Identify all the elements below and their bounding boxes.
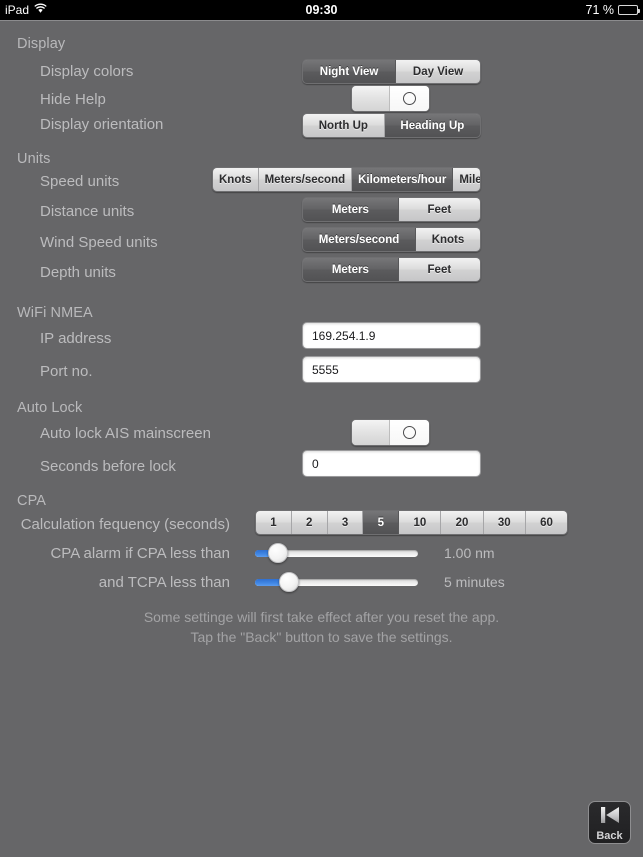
label-auto-lock-ais: Auto lock AIS mainscreen bbox=[40, 425, 211, 442]
segmented-depth-units[interactable]: Meters Feet bbox=[302, 257, 481, 282]
segment-depth-meters[interactable]: Meters bbox=[303, 258, 399, 281]
section-title-display: Display bbox=[17, 36, 66, 52]
input-port-no[interactable]: 5555 bbox=[302, 356, 481, 383]
battery-icon bbox=[618, 5, 640, 15]
segment-frequency-3[interactable]: 3 bbox=[327, 511, 364, 534]
label-cpa-alarm: CPA alarm if CPA less than bbox=[50, 545, 230, 562]
segment-speed-meters-per-second[interactable]: Meters/second bbox=[258, 168, 353, 191]
segment-wind-meters-per-second[interactable]: Meters/second bbox=[303, 228, 416, 251]
circle-icon bbox=[403, 92, 416, 105]
segment-frequency-30[interactable]: 30 bbox=[483, 511, 526, 534]
label-distance-units: Distance units bbox=[40, 203, 135, 220]
input-ip-address[interactable]: 169.254.1.9 bbox=[302, 322, 481, 349]
value-cpa-alarm: 1.00 nm bbox=[444, 545, 495, 561]
status-bar: iPad 09:30 71 % bbox=[0, 0, 643, 20]
section-title-wifi-nmea: WiFi NMEA bbox=[17, 305, 93, 321]
ipad-screen: iPad 09:30 71 % Display Display colors N… bbox=[0, 0, 643, 857]
note-line-1: Some settinge will first take effect aft… bbox=[143, 609, 500, 625]
input-seconds-before-lock[interactable]: 0 bbox=[302, 450, 481, 477]
section-title-auto-lock: Auto Lock bbox=[17, 400, 83, 416]
label-port-no: Port no. bbox=[40, 363, 93, 380]
segment-speed-miles-per-hour[interactable]: Miles/hour bbox=[453, 168, 480, 191]
segmented-calculation-frequency[interactable]: 1 2 3 5 10 20 30 60 bbox=[255, 510, 568, 535]
slider-tcpa-alarm-knob[interactable] bbox=[279, 572, 299, 592]
segmented-speed-units[interactable]: Knots Meters/second Kilometers/hour Mile… bbox=[212, 167, 481, 192]
skip-back-icon bbox=[598, 805, 622, 830]
segment-speed-knots[interactable]: Knots bbox=[213, 168, 259, 191]
segment-day-view[interactable]: Day View bbox=[396, 60, 480, 83]
label-hide-help: Hide Help bbox=[40, 91, 106, 108]
label-seconds-before-lock: Seconds before lock bbox=[40, 458, 176, 475]
value-tcpa-alarm: 5 minutes bbox=[444, 574, 505, 590]
label-tcpa-alarm: and TCPA less than bbox=[98, 574, 230, 591]
battery-percent-label: 71 % bbox=[585, 3, 615, 17]
segmented-wind-speed-units[interactable]: Meters/second Knots bbox=[302, 227, 481, 252]
segment-north-up[interactable]: North Up bbox=[303, 114, 385, 137]
segmented-distance-units[interactable]: Meters Feet bbox=[302, 197, 481, 222]
toggle-hide-help-knob[interactable] bbox=[390, 86, 429, 111]
segment-depth-feet[interactable]: Feet bbox=[398, 258, 480, 281]
clock-label: 09:30 bbox=[305, 3, 338, 17]
slider-cpa-alarm[interactable] bbox=[255, 542, 418, 564]
slider-cpa-alarm-knob[interactable] bbox=[268, 543, 288, 563]
label-depth-units: Depth units bbox=[40, 264, 116, 281]
toggle-auto-lock-ais-knob[interactable] bbox=[390, 420, 429, 445]
circle-icon bbox=[403, 426, 416, 439]
segment-frequency-2[interactable]: 2 bbox=[291, 511, 328, 534]
status-bar-right: 71 % bbox=[585, 0, 640, 20]
segment-frequency-1[interactable]: 1 bbox=[256, 511, 292, 534]
segment-wind-knots[interactable]: Knots bbox=[415, 228, 480, 251]
note-line-2: Tap the "Back" button to save the settin… bbox=[190, 629, 453, 645]
section-title-units: Units bbox=[17, 151, 51, 167]
segmented-display-orientation[interactable]: North Up Heading Up bbox=[302, 113, 481, 138]
back-button[interactable]: Back bbox=[588, 801, 631, 844]
toggle-hide-help-track bbox=[352, 86, 390, 111]
settings-panel: Display Display colors Night View Day Vi… bbox=[0, 20, 643, 857]
segment-frequency-60[interactable]: 60 bbox=[525, 511, 567, 534]
segment-frequency-5[interactable]: 5 bbox=[363, 511, 400, 534]
segment-frequency-10[interactable]: 10 bbox=[399, 511, 442, 534]
label-calculation-frequency: Calculation fequency (seconds) bbox=[20, 516, 230, 533]
label-speed-units: Speed units bbox=[40, 173, 120, 190]
label-display-orientation: Display orientation bbox=[40, 116, 164, 133]
segment-heading-up[interactable]: Heading Up bbox=[384, 114, 480, 137]
label-ip-address: IP address bbox=[40, 330, 112, 347]
section-title-cpa: CPA bbox=[17, 493, 47, 509]
segmented-display-colors[interactable]: Night View Day View bbox=[302, 59, 481, 84]
toggle-hide-help[interactable] bbox=[351, 85, 430, 112]
label-wind-speed-units: Wind Speed units bbox=[40, 234, 158, 251]
label-display-colors: Display colors bbox=[40, 63, 134, 80]
back-button-label: Back bbox=[596, 829, 623, 842]
segment-speed-kilometers-per-hour[interactable]: Kilometers/hour bbox=[352, 168, 454, 191]
segment-distance-feet[interactable]: Feet bbox=[398, 198, 480, 221]
segment-frequency-20[interactable]: 20 bbox=[441, 511, 484, 534]
toggle-auto-lock-ais-track bbox=[352, 420, 390, 445]
segment-night-view[interactable]: Night View bbox=[303, 60, 397, 83]
segment-distance-meters[interactable]: Meters bbox=[303, 198, 399, 221]
toggle-auto-lock-ais[interactable] bbox=[351, 419, 430, 446]
slider-tcpa-alarm[interactable] bbox=[255, 571, 418, 593]
